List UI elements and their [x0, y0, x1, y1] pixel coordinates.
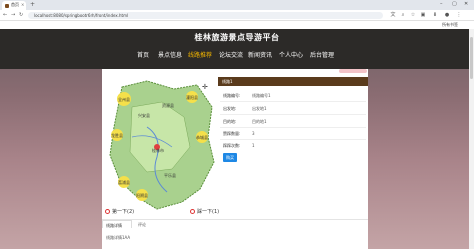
label-route-code: 线路编号:: [223, 93, 241, 98]
site-header: 桂林旅游景点导游平台 首页 景点信息 线路推荐 论坛交流 新闻资讯 个人中心 后…: [0, 29, 474, 69]
route-detail-text: 线路详情1AA: [106, 235, 131, 240]
translate-icon[interactable]: 文: [390, 12, 396, 18]
label-origin: 出发地:: [223, 106, 237, 111]
row-divider: [220, 114, 366, 115]
map-label: 桂林市: [152, 147, 164, 153]
row-divider: [220, 127, 366, 128]
like-text: 第一下(2): [112, 209, 135, 215]
bookmark-star-icon[interactable]: ☆: [410, 12, 416, 18]
browser-tab[interactable]: 首页 ×: [2, 1, 26, 10]
buy-button-label: 购买: [226, 155, 234, 160]
dislike-icon: [190, 209, 195, 214]
nav-routes[interactable]: 线路推荐: [188, 50, 212, 59]
nav-news[interactable]: 新闻资讯: [248, 50, 272, 59]
value-dislike-count: 1: [252, 143, 255, 148]
map-label: 阳朔县: [136, 192, 148, 198]
tab-title: 首页: [11, 2, 19, 7]
map-label: 平乐县: [164, 172, 176, 178]
like-link[interactable]: 第一下(2): [105, 208, 134, 215]
download-icon[interactable]: ⬇: [432, 12, 438, 18]
row-divider: [220, 101, 366, 102]
nav-home[interactable]: 首页: [137, 50, 149, 59]
site-title: 桂林旅游景点导游平台: [194, 33, 280, 42]
address-bar[interactable]: localhost:8080/springbootr6rh/front/inde…: [28, 12, 383, 19]
nav-attractions[interactable]: 景点信息: [158, 50, 182, 59]
address-url: localhost:8080/springbootr6rh/front/inde…: [34, 13, 129, 18]
browser-tabstrip: 首页 × + – ▢ ✕: [0, 0, 474, 10]
map-label: 龙胜县: [111, 132, 123, 138]
forward-icon[interactable]: →: [11, 12, 15, 18]
map-label: 灌阳县: [186, 94, 198, 100]
window-close-icon[interactable]: ✕: [464, 1, 468, 7]
tab-route-details[interactable]: 线路详情: [102, 220, 132, 228]
browser-toolbar: ← → ↻ localhost:8080/springbootr6rh/fron…: [0, 10, 474, 21]
dislike-link[interactable]: 踩一下(1): [190, 208, 219, 215]
maximize-icon[interactable]: ▢: [452, 1, 457, 7]
nav-admin[interactable]: 后台管理: [310, 50, 334, 59]
route-map: 全州县 灌阳县 兴安县 龙胜县 资源县 桂林市 恭城县 荔浦县 阳朔县 平乐县 …: [109, 80, 215, 210]
value-like-count: 3: [252, 131, 255, 136]
pink-action-button[interactable]: [339, 69, 367, 73]
label-destination: 目的地:: [223, 119, 237, 124]
buy-button[interactable]: 购买: [223, 153, 237, 162]
profile-icon[interactable]: ●: [444, 12, 450, 18]
tab-close-icon[interactable]: ×: [21, 2, 24, 7]
back-icon[interactable]: ←: [3, 12, 7, 18]
like-icon: [105, 209, 110, 214]
tab-comments[interactable]: 评论: [138, 222, 146, 228]
site-nav: 首页 景点信息 线路推荐 论坛交流 新闻资讯 个人中心 后台管理: [0, 45, 474, 65]
bookmarks-bar: 所有书签: [0, 21, 474, 29]
map-label: 恭城县: [196, 134, 208, 140]
row-divider: [220, 139, 366, 140]
map-label: 兴安县: [138, 112, 150, 118]
map-label: 荔浦县: [118, 179, 130, 185]
map-label: 全州县: [118, 96, 130, 102]
minimize-icon[interactable]: –: [440, 1, 443, 7]
value-route-code: 线路编号1: [252, 93, 271, 98]
tab-route-details-label: 线路详情: [106, 223, 122, 228]
favicon-icon: [5, 4, 9, 8]
dislike-text: 踩一下(1): [197, 209, 220, 215]
menu-icon[interactable]: ⋮: [456, 12, 462, 18]
zoom-icon[interactable]: ⌕: [400, 12, 406, 18]
label-like-count: 赞踩数量:: [223, 131, 241, 136]
compass-icon: ✛: [202, 83, 208, 91]
map-label: 资源县: [162, 102, 174, 108]
page-scrollbar[interactable]: [469, 29, 474, 249]
label-dislike-count: 踩踩次数:: [223, 143, 241, 148]
all-bookmarks-link[interactable]: 所有书签: [442, 22, 458, 28]
nav-forum[interactable]: 论坛交流: [219, 50, 243, 59]
scroll-thumb[interactable]: [470, 37, 473, 79]
detail-tabs-panel: 线路详情 评论 线路详情1AA: [102, 219, 368, 249]
value-origin: 出发地1: [252, 106, 267, 111]
reload-icon[interactable]: ↻: [19, 12, 23, 18]
value-destination: 目的地1: [252, 119, 267, 124]
extensions-icon[interactable]: ▣: [420, 12, 426, 18]
nav-profile[interactable]: 个人中心: [279, 50, 303, 59]
new-tab-button[interactable]: +: [30, 1, 35, 8]
route-title-bar: 线路1: [218, 77, 368, 86]
route-title: 线路1: [222, 79, 233, 84]
